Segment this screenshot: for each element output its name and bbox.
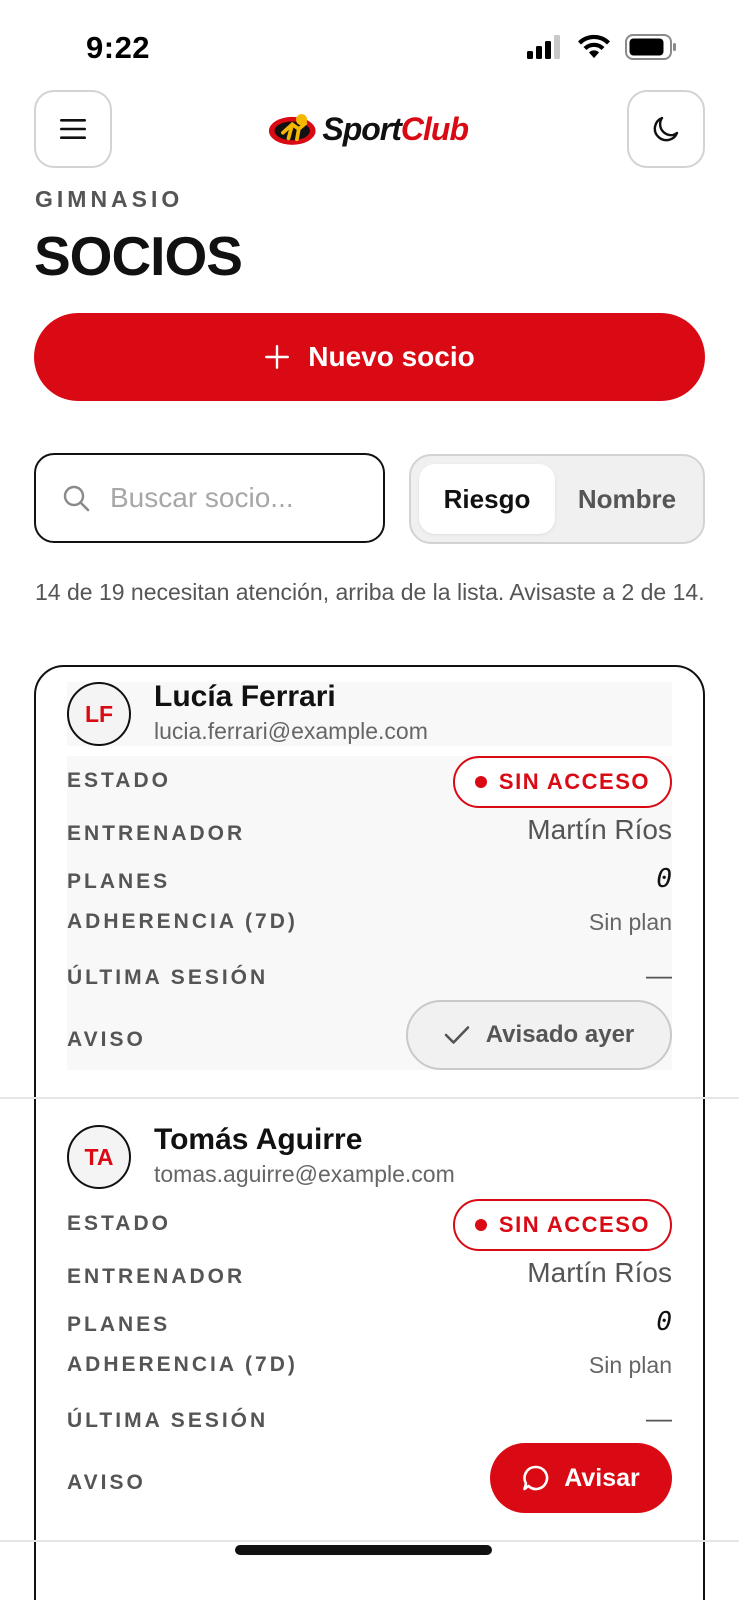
- chat-bubble-icon: [523, 1465, 549, 1491]
- notice-label: AVISO: [67, 1028, 146, 1051]
- sort-option-riesgo[interactable]: Riesgo: [419, 464, 555, 534]
- status-row: ESTADO SIN ACCESO: [67, 756, 672, 808]
- last-session-value: —: [646, 960, 672, 990]
- search-icon: [63, 485, 90, 512]
- status-bar: 9:22: [0, 0, 739, 90]
- trainer-value: Martín Ríos: [527, 1257, 672, 1288]
- section-eyebrow: GIMNASIO: [35, 186, 184, 212]
- plus-icon: [265, 345, 290, 369]
- status-row: ESTADO SIN ACCESO: [67, 1199, 672, 1251]
- status-time: 9:22: [86, 30, 151, 65]
- new-member-label: Nuevo socio: [308, 341, 475, 372]
- notified-button[interactable]: Avisado ayer: [406, 1000, 672, 1070]
- status-dot-icon: [474, 1219, 487, 1231]
- plans-row: PLANES 0: [67, 1307, 672, 1343]
- last-session-row: ÚLTIMA SESIÓN —: [67, 1403, 672, 1439]
- adherence-label: ADHERENCIA (7D): [67, 1353, 298, 1376]
- adherence-row: ADHERENCIA (7D) Sin plan: [67, 906, 672, 942]
- cellular-signal-icon: [527, 35, 560, 59]
- member-details: ESTADO SIN ACCESO ENTRENADOR Martín Ríos…: [67, 1199, 672, 1513]
- member-header[interactable]: LF Lucía Ferrari lucia.ferrari@example.c…: [67, 680, 672, 746]
- wifi-icon: [578, 34, 610, 58]
- last-session-label: ÚLTIMA SESIÓN: [67, 966, 269, 989]
- adherence-row: ADHERENCIA (7D) Sin plan: [67, 1349, 672, 1385]
- avatar: TA: [67, 1125, 131, 1189]
- moon-icon: [653, 116, 679, 142]
- battery-icon: [625, 34, 676, 60]
- last-session-label: ÚLTIMA SESIÓN: [67, 1409, 269, 1432]
- plans-value: 0: [656, 864, 672, 894]
- trainer-row: ENTRENADOR Martín Ríos: [67, 1257, 672, 1297]
- adherence-value: Sin plan: [588, 909, 672, 935]
- plans-label: PLANES: [67, 1313, 171, 1336]
- checkmark-icon: [444, 1026, 470, 1044]
- sort-option-nombre[interactable]: Nombre: [559, 464, 695, 534]
- notify-button[interactable]: Avisar: [490, 1443, 672, 1513]
- trainer-label: ENTRENADOR: [67, 822, 246, 845]
- status-label: ESTADO: [67, 769, 171, 792]
- hamburger-icon: [60, 119, 86, 139]
- status-label: ESTADO: [67, 1212, 171, 1235]
- attention-summary: 14 de 19 necesitan atención, arriba de l…: [35, 579, 705, 605]
- plans-row: PLANES 0: [67, 864, 672, 900]
- menu-button[interactable]: [34, 90, 112, 168]
- last-session-row: ÚLTIMA SESIÓN —: [67, 960, 672, 996]
- member-list-card: LF Lucía Ferrari lucia.ferrari@example.c…: [34, 665, 705, 1600]
- search-box[interactable]: [34, 453, 385, 543]
- member-name: Lucía Ferrari: [154, 680, 336, 713]
- adherence-label: ADHERENCIA (7D): [67, 910, 298, 933]
- member-details: ESTADO SIN ACCESO ENTRENADOR Martín Ríos…: [67, 756, 672, 1070]
- notice-row: AVISO Avisar: [67, 1443, 672, 1513]
- logo-wordmark: SportClub: [322, 110, 469, 147]
- member-header[interactable]: TA Tomás Aguirre tomas.aguirre@example.c…: [67, 1123, 672, 1189]
- member-name: Tomás Aguirre: [154, 1123, 363, 1156]
- trainer-row: ENTRENADOR Martín Ríos: [67, 814, 672, 854]
- plans-value: 0: [656, 1307, 672, 1337]
- status-badge: SIN ACCESO: [452, 1199, 672, 1251]
- list-divider: [0, 1540, 739, 1542]
- theme-toggle-button[interactable]: [627, 90, 705, 168]
- trainer-label: ENTRENADOR: [67, 1265, 246, 1288]
- sportclub-logo: SportClub: [268, 104, 469, 154]
- page-title: SOCIOS: [34, 225, 243, 287]
- status-dot-icon: [474, 776, 487, 788]
- sort-segmented-control: Riesgo Nombre: [409, 454, 705, 544]
- member-email: tomas.aguirre@example.com: [154, 1161, 455, 1187]
- notice-row: AVISO Avisado ayer: [67, 1000, 672, 1070]
- member-email: lucia.ferrari@example.com: [154, 718, 428, 744]
- last-session-value: —: [646, 1403, 672, 1433]
- home-indicator[interactable]: [235, 1545, 492, 1555]
- new-member-button[interactable]: Nuevo socio: [34, 313, 705, 401]
- adherence-value: Sin plan: [588, 1352, 672, 1378]
- trainer-value: Martín Ríos: [527, 814, 672, 845]
- list-divider: [0, 1097, 739, 1099]
- status-badge: SIN ACCESO: [452, 756, 672, 808]
- search-input[interactable]: [110, 482, 350, 514]
- plans-label: PLANES: [67, 870, 171, 893]
- runner-logo-icon: [268, 114, 316, 145]
- avatar: LF: [67, 682, 131, 746]
- notice-label: AVISO: [67, 1471, 146, 1494]
- status-icons: [527, 34, 677, 60]
